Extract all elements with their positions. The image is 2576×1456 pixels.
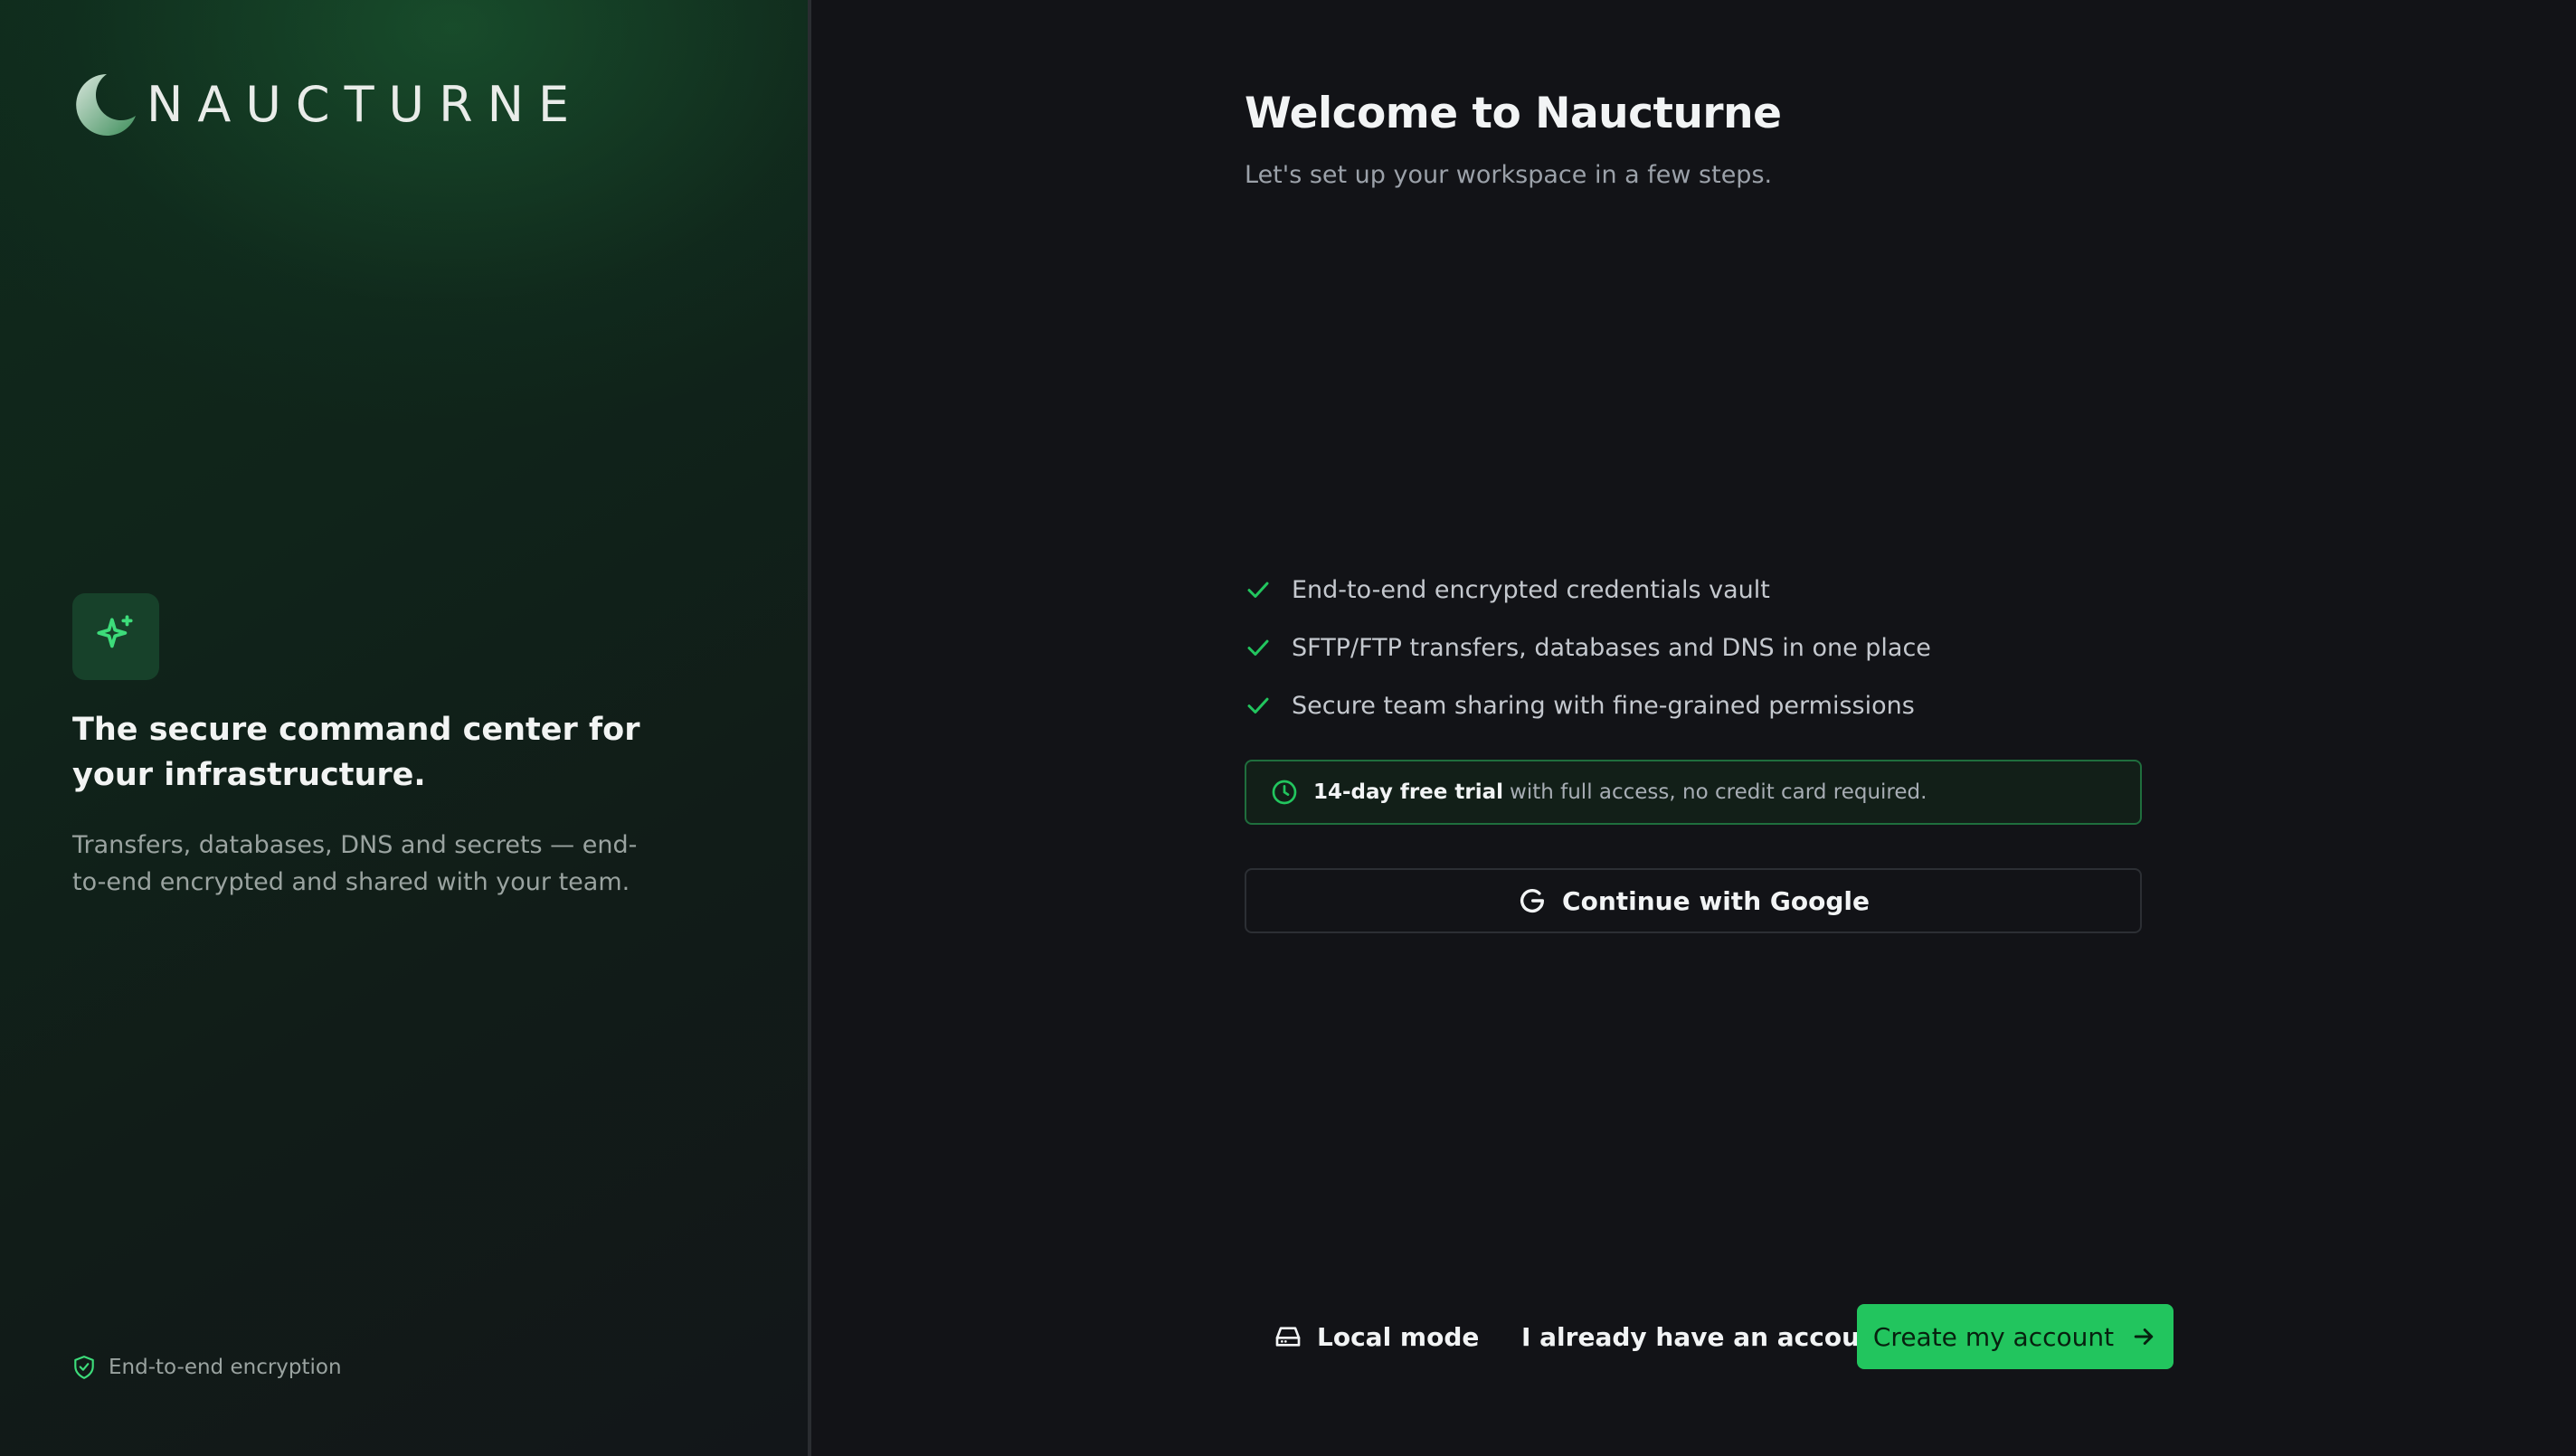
- check-icon: [1245, 634, 1272, 661]
- encryption-note-text: End-to-end encryption: [109, 1356, 342, 1379]
- bottom-actions: Local mode I already have an account Cre…: [1245, 1304, 2174, 1369]
- continue-with-google-button[interactable]: Continue with Google: [1245, 868, 2142, 933]
- left-panel: NAUCTURNE The secure command center for …: [0, 0, 810, 1456]
- list-item: End-to-end encrypted credentials vault: [1245, 561, 1931, 619]
- panel-divider: [808, 0, 811, 1456]
- brand-name: NAUCTURNE: [147, 76, 584, 133]
- list-item: SFTP/FTP transfers, databases and DNS in…: [1245, 619, 1931, 676]
- left-description: Transfers, databases, DNS and secrets — …: [72, 831, 638, 896]
- feature-list: End-to-end encrypted credentials vault S…: [1245, 561, 1931, 734]
- feature-text: End-to-end encrypted credentials vault: [1292, 575, 1770, 604]
- hard-drive-icon: [1274, 1322, 1302, 1351]
- create-account-button[interactable]: Create my account: [1857, 1304, 2174, 1369]
- local-mode-button[interactable]: Local mode: [1274, 1322, 1479, 1352]
- trial-text: with full access, no credit card require…: [1510, 780, 1927, 804]
- clock-icon: [1270, 778, 1299, 807]
- check-icon: [1245, 576, 1272, 603]
- trial-banner: 14-day free trial with full access, no c…: [1245, 760, 2142, 825]
- feature-text: SFTP/FTP transfers, databases and DNS in…: [1292, 633, 1931, 662]
- sparkle-icon-box: [72, 593, 159, 680]
- brand-logo: NAUCTURNE: [72, 71, 583, 139]
- sparkle-icon: [93, 612, 138, 661]
- check-icon: [1245, 692, 1272, 719]
- google-g-icon: [1517, 885, 1548, 916]
- shield-check-icon: [72, 1355, 96, 1380]
- page-title: Welcome to Naucturne: [1245, 89, 1782, 138]
- encryption-note: End-to-end encryption: [72, 1355, 342, 1380]
- crescent-moon-icon: [72, 71, 141, 139]
- google-button-label: Continue with Google: [1562, 885, 1870, 916]
- page-subtitle: Let's set up your workspace in a few ste…: [1245, 161, 1773, 189]
- local-mode-label: Local mode: [1317, 1321, 1480, 1352]
- left-headline: The secure command center for your infra…: [72, 712, 640, 793]
- feature-text: Secure team sharing with fine-grained pe…: [1292, 691, 1915, 720]
- have-account-link[interactable]: I already have an account: [1521, 1322, 1889, 1352]
- list-item: Secure team sharing with fine-grained pe…: [1245, 676, 1931, 734]
- arrow-right-icon: [2130, 1323, 2157, 1350]
- trial-highlight: 14-day free trial: [1313, 780, 1504, 804]
- create-account-label: Create my account: [1872, 1321, 2115, 1352]
